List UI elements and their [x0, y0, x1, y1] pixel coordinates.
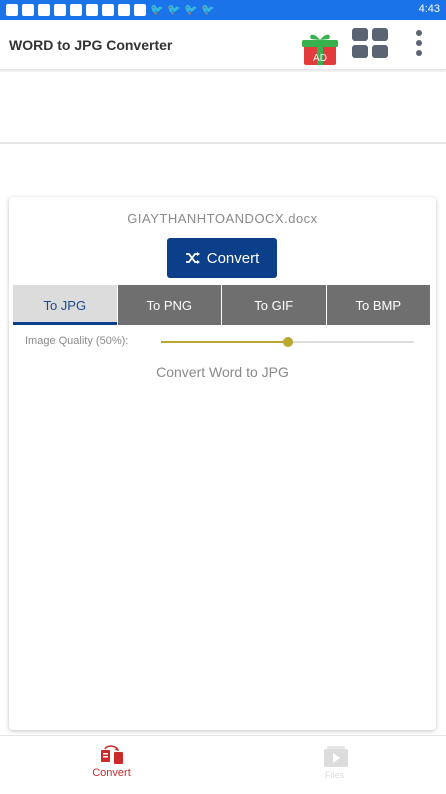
twitter-icon: 🐦: [167, 4, 181, 16]
image-quality-label: Image Quality (50%):: [25, 335, 129, 347]
notification-icon: [102, 4, 114, 16]
more-options-icon[interactable]: [412, 30, 426, 60]
notification-icon: [86, 4, 98, 16]
twitter-icon: 🐦: [150, 4, 164, 16]
twitter-icon: 🐦: [184, 4, 198, 16]
ad-label: AD: [313, 53, 327, 64]
shuffle-icon: [185, 252, 200, 264]
slider-fill: [161, 341, 288, 343]
nav-item-convert[interactable]: Convert: [0, 736, 223, 794]
bottom-nav: Convert Files: [0, 735, 446, 794]
apps-grid-icon[interactable]: [352, 28, 390, 60]
app-title: WORD to JPG Converter: [9, 37, 173, 53]
slider-thumb[interactable]: [282, 337, 293, 347]
files-icon: [323, 746, 348, 767]
facebook-icon: [118, 4, 130, 16]
app-bar: WORD to JPG Converter AD: [0, 20, 446, 70]
format-tabs: To JPG To PNG To GIF To BMP: [13, 285, 430, 325]
tab-to-bmp[interactable]: To BMP: [326, 285, 430, 325]
notification-icon: [70, 4, 82, 16]
tab-to-jpg[interactable]: To JPG: [13, 285, 118, 325]
nav-label-files: Files: [324, 770, 344, 780]
converter-card: GIAYTHANHTOANDOCX.docx Convert To JPG To…: [9, 197, 436, 730]
tab-label: To BMP: [355, 297, 401, 313]
convert-files-icon: [100, 745, 123, 764]
tab-to-png[interactable]: To PNG: [117, 285, 222, 325]
convert-button[interactable]: Convert: [167, 238, 277, 278]
notification-icon: [134, 4, 146, 16]
notification-icon: [38, 4, 50, 16]
notification-icon: [54, 4, 66, 16]
gift-ad-icon[interactable]: AD: [302, 32, 338, 66]
nav-item-files[interactable]: Files: [223, 736, 446, 794]
status-bar: 🐦 🐦 🐦 🐦 4:43: [0, 0, 446, 20]
notification-icon: [6, 4, 18, 16]
status-icons: 🐦 🐦 🐦 🐦: [6, 4, 215, 16]
convert-button-label: Convert: [206, 249, 260, 267]
banner-area: [0, 72, 446, 144]
image-quality-slider[interactable]: [161, 337, 414, 347]
tab-to-gif[interactable]: To GIF: [222, 285, 327, 325]
tab-label: To JPG: [43, 297, 87, 313]
notification-icon: [22, 4, 34, 16]
file-name: GIAYTHANHTOANDOCX.docx: [127, 211, 318, 226]
twitter-icon: 🐦: [201, 4, 215, 16]
section-title: Convert Word to JPG: [156, 364, 289, 380]
tab-label: To GIF: [254, 297, 294, 313]
status-time: 4:43: [418, 3, 440, 15]
nav-label-convert: Convert: [92, 767, 131, 779]
tab-label: To PNG: [146, 297, 192, 313]
